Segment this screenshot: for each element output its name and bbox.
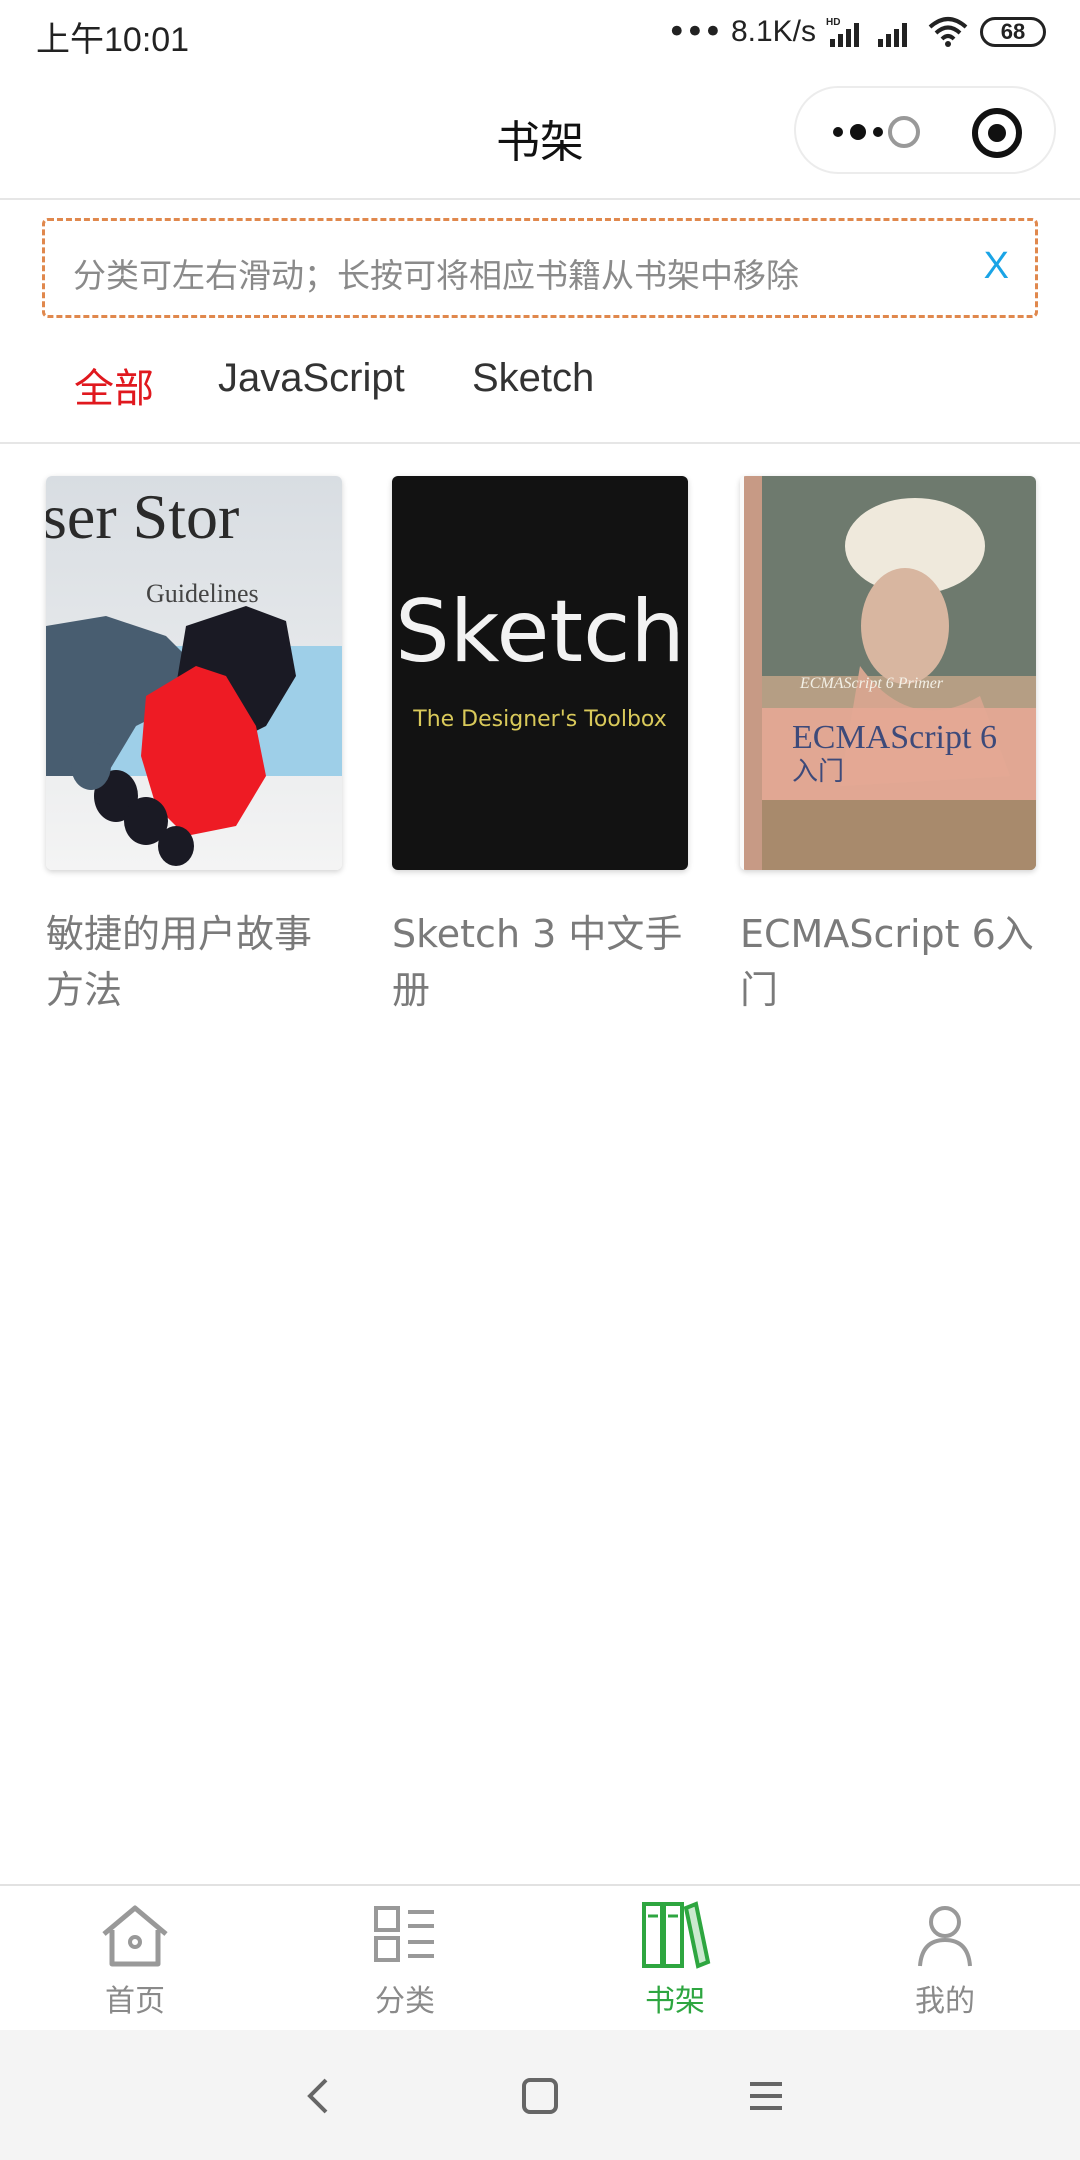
tab-sketch[interactable]: Sketch [472, 356, 594, 401]
book-cover[interactable]: Sketch The Designer's Toolbox [392, 476, 688, 870]
tabbar-label: 首页 [105, 1984, 165, 2019]
notification-dots: ••• [666, 12, 723, 52]
cover-title-text: ser Stor [46, 481, 239, 552]
more-icon[interactable] [826, 110, 926, 154]
book-cover[interactable]: ECMAScript 6 Primer ECMAScript 6 入门 [740, 476, 1036, 870]
book-item[interactable]: ser Stor Guidelines 敏捷的用户故事方法 [46, 476, 346, 1018]
tabbar-label: 分类 [375, 1984, 435, 2019]
tabbar-label: 我的 [915, 1984, 975, 2019]
status-indicators: ••• 8.1K/s HD 68 [667, 10, 1046, 54]
ecmascript-cover-image: ECMAScript 6 Primer ECMAScript 6 入门 [740, 476, 1036, 870]
cover-subtitle-text: Guidelines [146, 579, 259, 608]
book-title[interactable]: 敏捷的用户故事方法 [46, 906, 342, 1018]
tab-all[interactable]: 全部 [74, 356, 154, 414]
user-stories-cover-image: ser Stor Guidelines [46, 476, 342, 870]
tabbar-label: 书架 [645, 1984, 705, 2019]
book-title[interactable]: ECMAScript 6入门 [740, 906, 1036, 1018]
bookshelf-icon [642, 1901, 711, 1969]
book-item[interactable]: ECMAScript 6 Primer ECMAScript 6 入门 ECMA… [740, 476, 1040, 1018]
cover-title-text: Sketch [395, 582, 685, 682]
status-bar: 上午10:01 ••• 8.1K/s HD 68 [0, 0, 1080, 66]
cover-subtitle-text: The Designer's Toolbox [412, 707, 666, 732]
tabbar-item-home[interactable]: 首页 [0, 1900, 270, 2020]
system-nav-bar [0, 2030, 1080, 2160]
tabbar-item-mine[interactable]: 我的 [810, 1900, 1080, 2020]
close-miniprogram-icon[interactable] [970, 106, 1024, 160]
book-cover[interactable]: ser Stor Guidelines [46, 476, 342, 870]
nav-header: 书架 [0, 66, 1080, 200]
tabbar-item-category[interactable]: 分类 [270, 1900, 540, 2020]
home-square-icon[interactable] [518, 2074, 562, 2118]
category-tabs: 全部 JavaScript Sketch [0, 340, 1080, 444]
home-icon [102, 1905, 168, 1967]
network-speed: 8.1K/s [730, 15, 816, 48]
cover-title-text: ECMAScript 6 [792, 719, 997, 756]
hd-signal-icon: HD [826, 17, 859, 47]
tip-banner: 分类可左右滑动；长按可将相应书籍从书架中移除 X [42, 218, 1038, 318]
status-time: 上午10:01 [36, 21, 190, 59]
signal-icon [878, 23, 907, 47]
user-icon [918, 1906, 972, 1967]
back-icon[interactable] [298, 2074, 342, 2118]
wifi-icon [928, 17, 968, 47]
svg-text:HD: HD [826, 17, 840, 28]
bottom-tab-bar: 首页 分类 书架 我的 [0, 1884, 1080, 2030]
tip-text: 分类可左右滑动；长按可将相应书籍从书架中移除 [73, 256, 799, 295]
tab-javascript[interactable]: JavaScript [218, 356, 405, 401]
book-item[interactable]: Sketch The Designer's Toolbox Sketch 3 中… [392, 476, 692, 1018]
cover-series-text: ECMAScript 6 Primer [799, 675, 944, 692]
sketch-cover-image: Sketch The Designer's Toolbox [392, 476, 688, 870]
tabbar-item-bookshelf[interactable]: 书架 [540, 1900, 810, 2020]
tip-close-button[interactable]: X [984, 245, 1009, 288]
menu-icon[interactable] [744, 2074, 788, 2118]
mini-program-capsule [794, 86, 1056, 174]
book-title[interactable]: Sketch 3 中文手册 [392, 906, 688, 1018]
cover-subtitle-text: 入门 [792, 757, 844, 787]
battery-indicator: 68 [980, 17, 1046, 47]
category-icon [374, 1906, 434, 1962]
